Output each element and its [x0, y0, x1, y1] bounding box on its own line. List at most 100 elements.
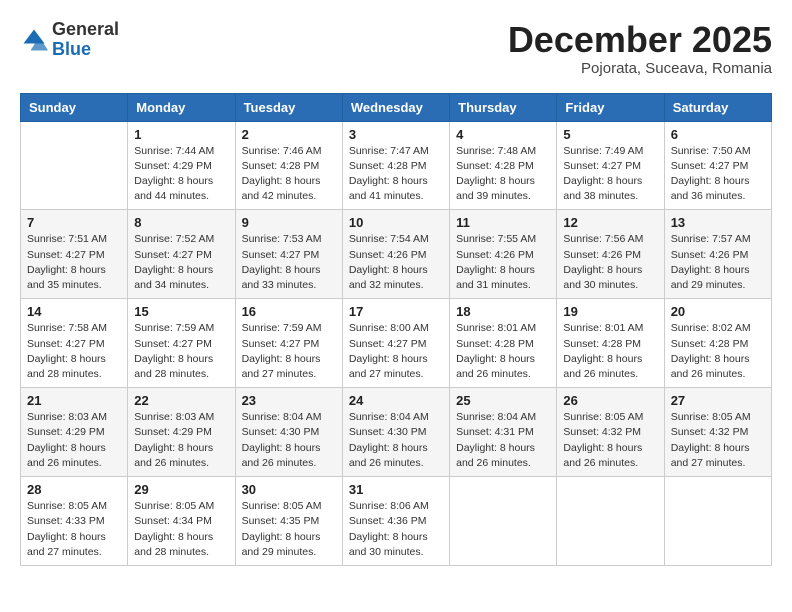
day-number: 2 [242, 127, 336, 142]
day-info: Sunrise: 7:52 AM Sunset: 4:27 PM Dayligh… [134, 232, 228, 293]
day-info: Sunrise: 7:46 AM Sunset: 4:28 PM Dayligh… [242, 144, 336, 205]
day-number: 20 [671, 304, 765, 319]
day-info: Sunrise: 8:03 AM Sunset: 4:29 PM Dayligh… [134, 410, 228, 471]
day-number: 1 [134, 127, 228, 142]
month-title: December 2025 [508, 20, 772, 60]
day-number: 19 [563, 304, 657, 319]
day-info: Sunrise: 8:01 AM Sunset: 4:28 PM Dayligh… [563, 321, 657, 382]
day-info: Sunrise: 7:50 AM Sunset: 4:27 PM Dayligh… [671, 144, 765, 205]
calendar-cell [450, 477, 557, 566]
day-info: Sunrise: 7:59 AM Sunset: 4:27 PM Dayligh… [134, 321, 228, 382]
day-info: Sunrise: 8:05 AM Sunset: 4:34 PM Dayligh… [134, 499, 228, 560]
weekday-header-tuesday: Tuesday [235, 93, 342, 121]
day-number: 4 [456, 127, 550, 142]
calendar-week-1: 1Sunrise: 7:44 AM Sunset: 4:29 PM Daylig… [21, 121, 772, 210]
calendar-cell: 1Sunrise: 7:44 AM Sunset: 4:29 PM Daylig… [128, 121, 235, 210]
day-number: 30 [242, 482, 336, 497]
calendar-cell: 4 Sunrise: 7:48 AM Sunset: 4:28 PM Daylig… [450, 121, 557, 210]
weekday-header-monday: Monday [128, 93, 235, 121]
day-number: 14 [27, 304, 121, 319]
day-info: Sunrise: 8:05 AM Sunset: 4:35 PM Dayligh… [242, 499, 336, 560]
day-info: Sunrise: 7:55 AM Sunset: 4:26 PM Dayligh… [456, 232, 550, 293]
day-number: 29 [134, 482, 228, 497]
calendar-cell: 12 Sunrise: 7:56 AM Sunset: 4:26 PM Dayli… [557, 210, 664, 299]
weekday-header-wednesday: Wednesday [342, 93, 449, 121]
weekday-header-friday: Friday [557, 93, 664, 121]
calendar-week-2: 7Sunrise: 7:51 AM Sunset: 4:27 PM Daylig… [21, 210, 772, 299]
calendar-cell: 15Sunrise: 7:59 AM Sunset: 4:27 PM Dayli… [128, 299, 235, 388]
day-info: Sunrise: 8:05 AM Sunset: 4:33 PM Dayligh… [27, 499, 121, 560]
day-number: 28 [27, 482, 121, 497]
day-info: Sunrise: 8:01 AM Sunset: 4:28 PM Dayligh… [456, 321, 550, 382]
calendar-cell: 24 Sunrise: 8:04 AM Sunset: 4:30 PM Dayli… [342, 388, 449, 477]
calendar-cell: 16 Sunrise: 7:59 AM Sunset: 4:27 PM Dayli… [235, 299, 342, 388]
calendar-cell: 14Sunrise: 7:58 AM Sunset: 4:27 PM Dayli… [21, 299, 128, 388]
day-info: Sunrise: 8:04 AM Sunset: 4:30 PM Dayligh… [242, 410, 336, 471]
day-number: 21 [27, 393, 121, 408]
logo-blue: Blue [52, 39, 91, 59]
title-block: December 2025 Pojorata, Suceava, Romania [508, 20, 772, 77]
weekday-header-sunday: Sunday [21, 93, 128, 121]
day-info: Sunrise: 7:59 AM Sunset: 4:27 PM Dayligh… [242, 321, 336, 382]
calendar-cell: 23Sunrise: 8:04 AM Sunset: 4:30 PM Dayli… [235, 388, 342, 477]
day-info: Sunrise: 7:56 AM Sunset: 4:26 PM Dayligh… [563, 232, 657, 293]
day-info: Sunrise: 8:04 AM Sunset: 4:30 PM Dayligh… [349, 410, 443, 471]
calendar-cell [21, 121, 128, 210]
calendar-cell: 2 Sunrise: 7:46 AM Sunset: 4:28 PM Daylig… [235, 121, 342, 210]
day-number: 12 [563, 215, 657, 230]
calendar-cell: 27Sunrise: 8:05 AM Sunset: 4:32 PM Dayli… [664, 388, 771, 477]
day-number: 26 [563, 393, 657, 408]
day-number: 25 [456, 393, 550, 408]
calendar-cell: 25Sunrise: 8:04 AM Sunset: 4:31 PM Dayli… [450, 388, 557, 477]
day-info: Sunrise: 8:06 AM Sunset: 4:36 PM Dayligh… [349, 499, 443, 560]
day-info: Sunrise: 8:05 AM Sunset: 4:32 PM Dayligh… [563, 410, 657, 471]
day-info: Sunrise: 7:54 AM Sunset: 4:26 PM Dayligh… [349, 232, 443, 293]
calendar-cell: 22Sunrise: 8:03 AM Sunset: 4:29 PM Dayli… [128, 388, 235, 477]
logo: General Blue [20, 20, 119, 60]
calendar-cell: 11 Sunrise: 7:55 AM Sunset: 4:26 PM Dayli… [450, 210, 557, 299]
calendar-cell: 5Sunrise: 7:49 AM Sunset: 4:27 PM Daylig… [557, 121, 664, 210]
calendar-cell: 21 Sunrise: 8:03 AM Sunset: 4:29 PM Dayli… [21, 388, 128, 477]
logo-icon [20, 26, 48, 54]
day-info: Sunrise: 8:02 AM Sunset: 4:28 PM Dayligh… [671, 321, 765, 382]
weekday-header-saturday: Saturday [664, 93, 771, 121]
calendar-cell: 19 Sunrise: 8:01 AM Sunset: 4:28 PM Dayli… [557, 299, 664, 388]
day-number: 11 [456, 215, 550, 230]
day-number: 6 [671, 127, 765, 142]
day-number: 18 [456, 304, 550, 319]
day-number: 24 [349, 393, 443, 408]
location: Pojorata, Suceava, Romania [508, 60, 772, 77]
calendar-cell: 8 Sunrise: 7:52 AM Sunset: 4:27 PM Daylig… [128, 210, 235, 299]
calendar-week-3: 14Sunrise: 7:58 AM Sunset: 4:27 PM Dayli… [21, 299, 772, 388]
day-info: Sunrise: 7:53 AM Sunset: 4:27 PM Dayligh… [242, 232, 336, 293]
day-number: 10 [349, 215, 443, 230]
day-info: Sunrise: 7:49 AM Sunset: 4:27 PM Dayligh… [563, 144, 657, 205]
day-info: Sunrise: 7:47 AM Sunset: 4:28 PM Dayligh… [349, 144, 443, 205]
calendar-cell: 3Sunrise: 7:47 AM Sunset: 4:28 PM Daylig… [342, 121, 449, 210]
calendar-cell: 7Sunrise: 7:51 AM Sunset: 4:27 PM Daylig… [21, 210, 128, 299]
calendar-cell: 13 Sunrise: 7:57 AM Sunset: 4:26 PM Dayli… [664, 210, 771, 299]
calendar-cell: 10 Sunrise: 7:54 AM Sunset: 4:26 PM Dayli… [342, 210, 449, 299]
day-info: Sunrise: 7:57 AM Sunset: 4:26 PM Dayligh… [671, 232, 765, 293]
day-number: 7 [27, 215, 121, 230]
day-number: 17 [349, 304, 443, 319]
day-info: Sunrise: 8:05 AM Sunset: 4:32 PM Dayligh… [671, 410, 765, 471]
calendar-cell: 20 Sunrise: 8:02 AM Sunset: 4:28 PM Dayli… [664, 299, 771, 388]
day-info: Sunrise: 7:48 AM Sunset: 4:28 PM Dayligh… [456, 144, 550, 205]
calendar-cell: 17Sunrise: 8:00 AM Sunset: 4:27 PM Dayli… [342, 299, 449, 388]
calendar-cell: 6 Sunrise: 7:50 AM Sunset: 4:27 PM Daylig… [664, 121, 771, 210]
calendar-cell: 26 Sunrise: 8:05 AM Sunset: 4:32 PM Dayli… [557, 388, 664, 477]
calendar-table: SundayMondayTuesdayWednesdayThursdayFrid… [20, 93, 772, 566]
calendar-cell: 28 Sunrise: 8:05 AM Sunset: 4:33 PM Dayli… [21, 477, 128, 566]
calendar-cell: 30 Sunrise: 8:05 AM Sunset: 4:35 PM Dayli… [235, 477, 342, 566]
calendar-cell: 29 Sunrise: 8:05 AM Sunset: 4:34 PM Dayli… [128, 477, 235, 566]
calendar-cell [664, 477, 771, 566]
day-info: Sunrise: 8:03 AM Sunset: 4:29 PM Dayligh… [27, 410, 121, 471]
logo-text: General Blue [52, 20, 119, 60]
calendar-cell [557, 477, 664, 566]
day-number: 13 [671, 215, 765, 230]
day-number: 8 [134, 215, 228, 230]
weekday-header-row: SundayMondayTuesdayWednesdayThursdayFrid… [21, 93, 772, 121]
day-number: 16 [242, 304, 336, 319]
calendar-cell: 9Sunrise: 7:53 AM Sunset: 4:27 PM Daylig… [235, 210, 342, 299]
